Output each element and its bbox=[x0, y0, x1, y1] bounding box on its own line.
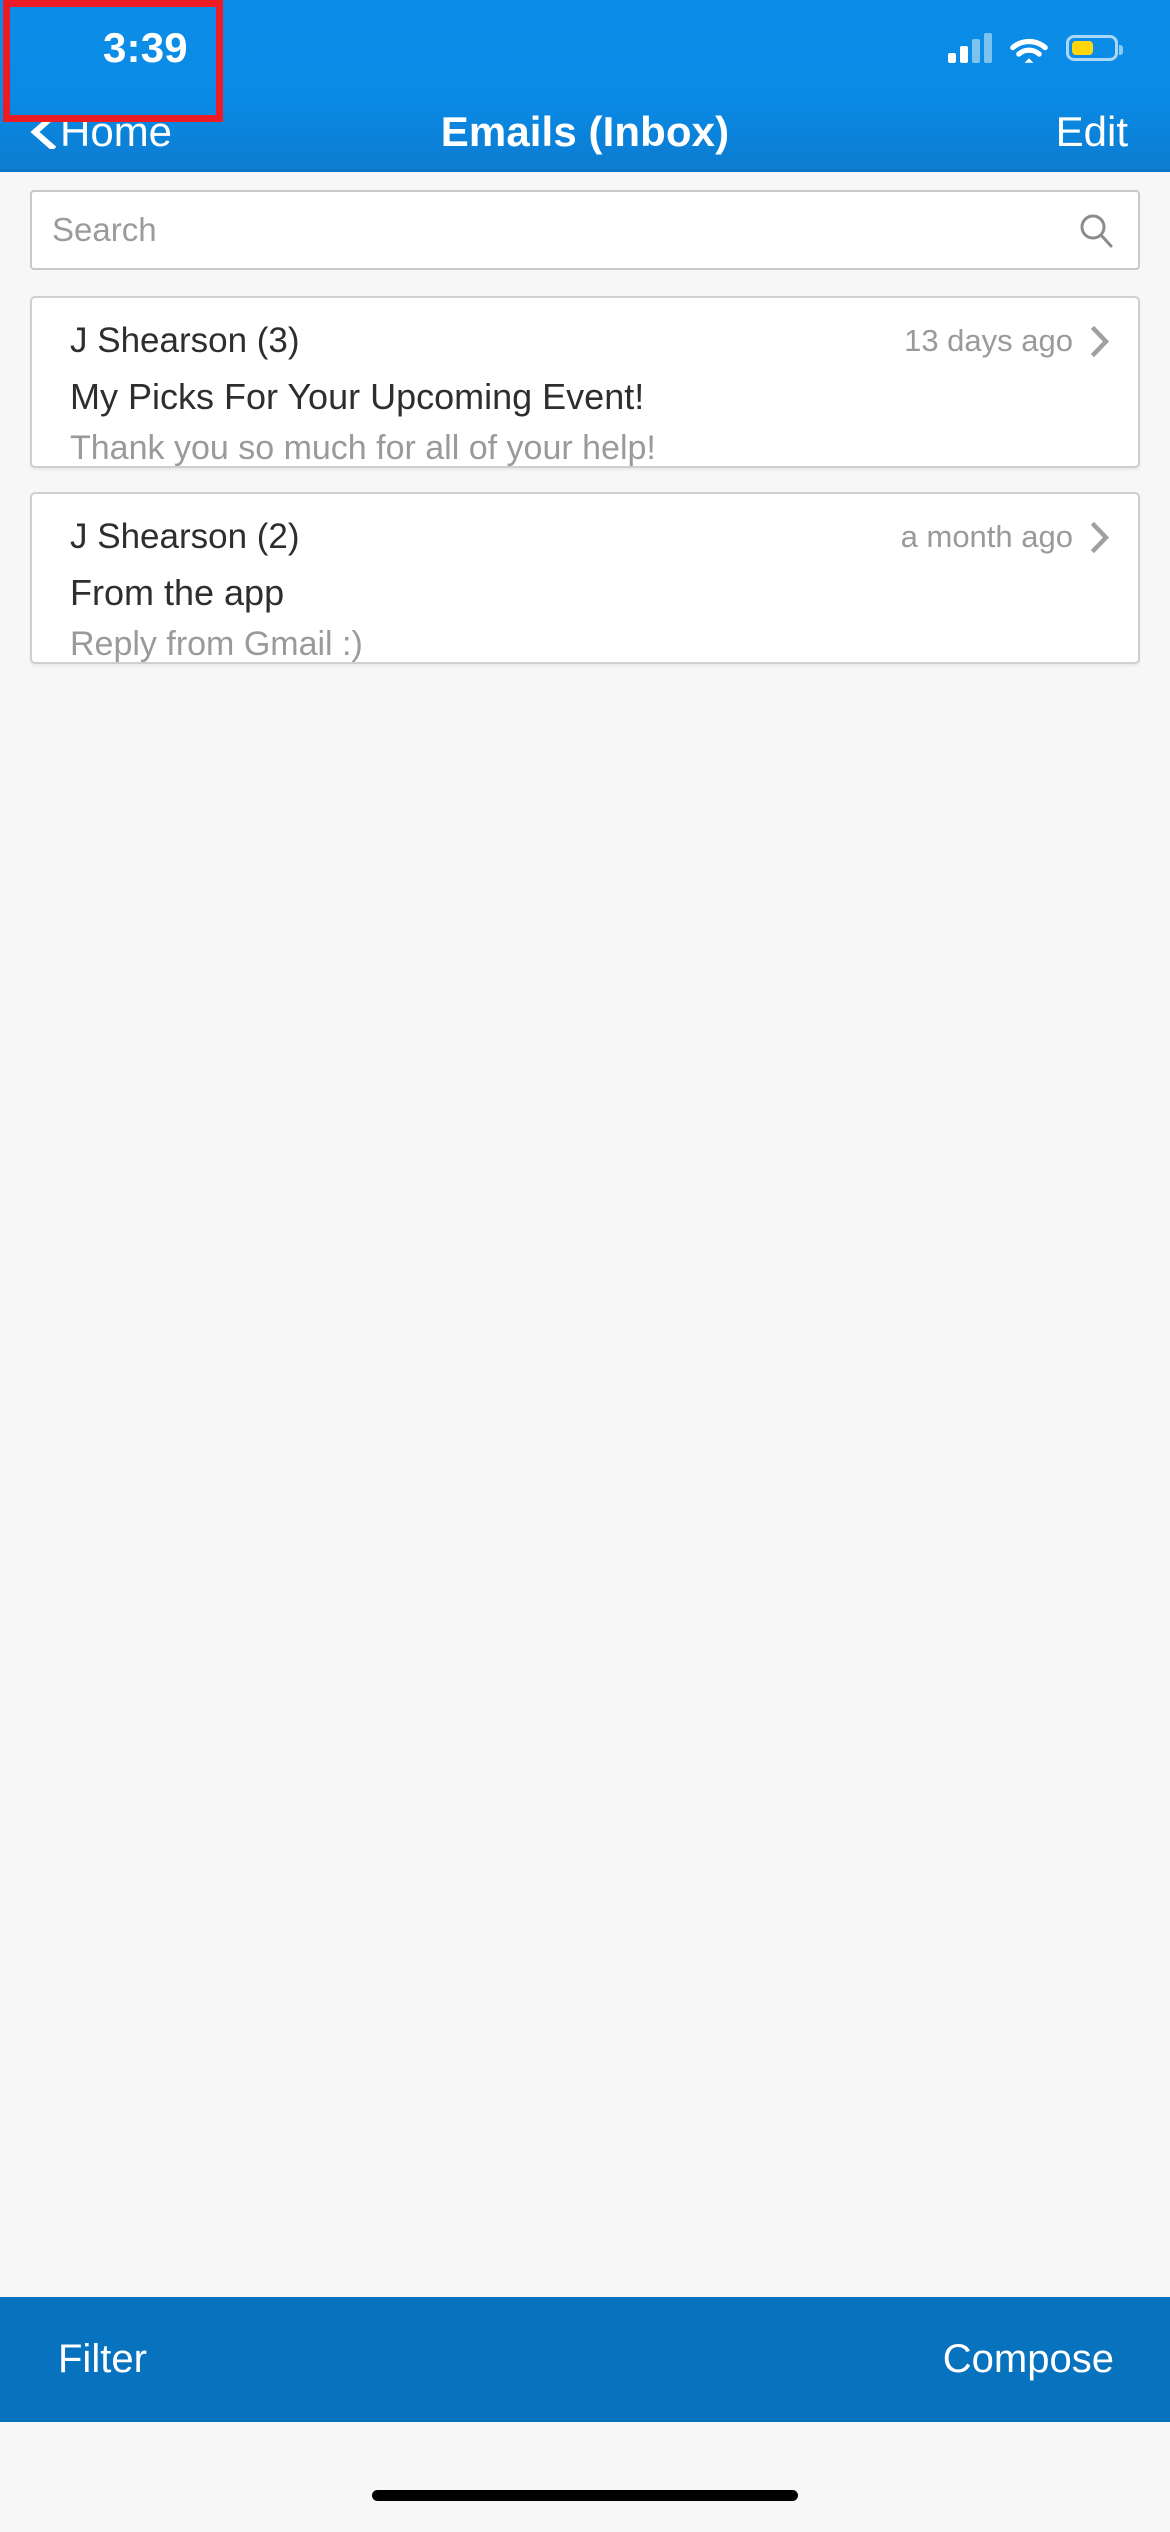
filter-button-label: Filter bbox=[58, 2337, 147, 2381]
chevron-right-icon bbox=[1090, 325, 1110, 357]
list-item[interactable]: J Shearson (3) 13 days ago My Picks For … bbox=[30, 296, 1140, 468]
filter-button[interactable]: Filter bbox=[0, 2297, 226, 2422]
list-item[interactable]: J Shearson (2) a month ago From the app … bbox=[30, 492, 1140, 664]
email-row-header: J Shearson (2) a month ago bbox=[70, 516, 1110, 558]
email-row-meta: 13 days ago bbox=[904, 320, 1110, 362]
chevron-right-icon bbox=[1090, 521, 1110, 553]
email-preview: Thank you so much for all of your help! bbox=[70, 429, 656, 467]
search-icon[interactable] bbox=[1078, 212, 1114, 248]
bottom-toolbar: Filter Compose bbox=[0, 2297, 1170, 2422]
compose-button-label: Compose bbox=[942, 2337, 1114, 2381]
home-indicator[interactable] bbox=[372, 2490, 798, 2501]
email-row-header: J Shearson (3) 13 days ago bbox=[70, 320, 1110, 362]
status-bar-indicators bbox=[948, 28, 1123, 68]
email-timestamp: 13 days ago bbox=[904, 323, 1073, 358]
navigation-bar-shadow bbox=[0, 170, 1170, 173]
search-input[interactable] bbox=[52, 190, 1050, 270]
compose-button[interactable]: Compose bbox=[943, 2297, 1170, 2422]
email-subject: My Picks For Your Upcoming Event! bbox=[70, 376, 645, 417]
battery-icon bbox=[1066, 35, 1123, 61]
edit-button[interactable]: Edit bbox=[1056, 92, 1128, 172]
email-preview: Reply from Gmail :) bbox=[70, 625, 363, 663]
wifi-icon bbox=[1009, 33, 1049, 63]
home-indicator-area bbox=[0, 2422, 1170, 2532]
status-bar-time: 3:39 bbox=[103, 24, 188, 71]
navigation-bar: Home Emails (Inbox) Edit bbox=[0, 92, 1170, 172]
email-row-meta: a month ago bbox=[901, 516, 1110, 558]
email-subject: From the app bbox=[70, 572, 285, 613]
page-title: Emails (Inbox) bbox=[440, 108, 730, 155]
content-area: J Shearson (3) 13 days ago My Picks For … bbox=[0, 172, 1170, 2297]
email-timestamp: a month ago bbox=[900, 519, 1073, 554]
email-sender: J Shearson (2) bbox=[70, 517, 300, 556]
app-screen: 3:39 Home Emails (Inbox) Edit Search J S… bbox=[0, 0, 1170, 2532]
cellular-signal-icon bbox=[948, 33, 992, 63]
search-bar[interactable] bbox=[30, 190, 1140, 270]
status-bar: 3:39 bbox=[0, 0, 1170, 92]
email-sender: J Shearson (3) bbox=[70, 321, 300, 360]
